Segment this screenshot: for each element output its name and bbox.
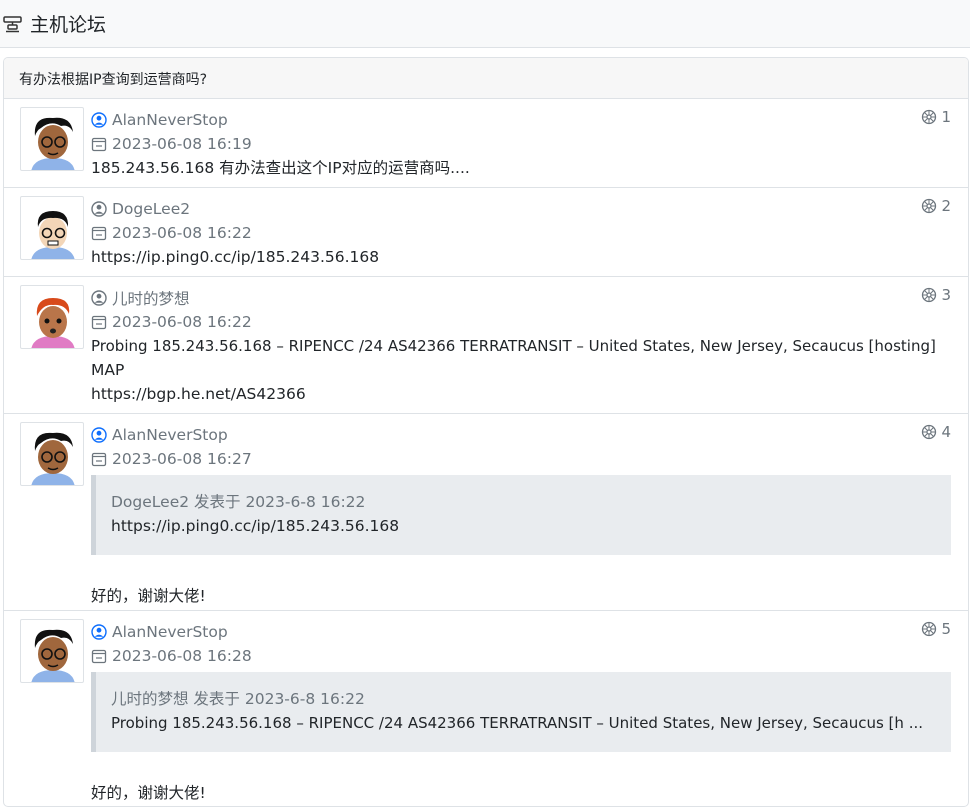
floor-number: 3 — [921, 286, 951, 304]
floor-icon — [922, 424, 937, 440]
user-circle-blue-icon — [91, 112, 107, 128]
user-circle-blue-icon — [91, 624, 107, 640]
floor-number: 1 — [921, 108, 951, 126]
post-2: 2 DogeLee2 2023-06-08 16:22 https://ip.p… — [4, 188, 968, 277]
floor-icon — [922, 109, 937, 125]
calendar-icon — [91, 452, 107, 467]
quote-header: DogeLee2 发表于 2023-6-8 16:22 — [111, 493, 366, 511]
post-1: 1 AlanNeverStop 2023-06-08 16:19 185.243… — [4, 99, 968, 188]
post-time: 2023-06-08 16:27 — [112, 450, 252, 468]
quote-body[interactable]: https://ip.ping0.cc/ip/185.243.56.168 — [111, 514, 936, 538]
post-content: MAP — [91, 361, 125, 379]
avatar[interactable] — [20, 619, 84, 683]
post-5: 5 AlanNeverStop 2023-06-08 16:28 儿时的梦想 发… — [4, 611, 968, 806]
user-circle-blue-icon — [91, 427, 107, 443]
post-content: 185.243.56.168 有办法查出这个IP对应的运营商吗.... — [91, 159, 470, 177]
top-bar: 主机论坛 — [0, 0, 970, 48]
user-circle-gray-icon — [91, 201, 107, 217]
floor-icon — [922, 198, 937, 214]
post-time: 2023-06-08 16:22 — [112, 313, 252, 331]
calendar-icon — [91, 226, 107, 241]
calendar-icon — [91, 315, 107, 330]
calendar-icon — [91, 137, 107, 152]
post-content[interactable]: https://ip.ping0.cc/ip/185.243.56.168 — [91, 245, 951, 269]
floor-icon — [922, 287, 937, 303]
author-name[interactable]: AlanNeverStop — [112, 623, 228, 641]
author-name[interactable]: 儿时的梦想 — [112, 287, 190, 309]
avatar[interactable] — [20, 422, 84, 486]
avatar[interactable] — [20, 285, 84, 349]
post-time: 2023-06-08 16:28 — [112, 647, 252, 665]
floor-number: 5 — [921, 620, 951, 638]
quote-block: 儿时的梦想 发表于 2023-6-8 16:22 Probing 185.243… — [91, 672, 951, 752]
author-name[interactable]: AlanNeverStop — [112, 111, 228, 129]
floor-icon — [922, 621, 937, 637]
post-time: 2023-06-08 16:19 — [112, 135, 252, 153]
avatar[interactable] — [20, 196, 84, 260]
author-name[interactable]: AlanNeverStop — [112, 426, 228, 444]
post-time: 2023-06-08 16:22 — [112, 224, 252, 242]
post-3: 3 儿时的梦想 2023-06-08 16:22 Probing 185.243… — [4, 277, 968, 414]
quote-header: 儿时的梦想 发表于 2023-6-8 16:22 — [111, 690, 365, 708]
thread-title: 有办法根据IP查询到运营商吗? — [4, 58, 968, 99]
user-circle-gray-icon — [91, 290, 107, 306]
post-content[interactable]: https://bgp.he.net/AS42366 — [91, 382, 951, 406]
quote-body: Probing 185.243.56.168 – RIPENCC /24 AS4… — [111, 714, 923, 732]
reply-text: 好的，谢谢大佬! — [91, 784, 206, 802]
floor-number: 2 — [921, 197, 951, 215]
calendar-icon — [91, 649, 107, 664]
reply-text: 好的，谢谢大佬! — [91, 587, 206, 605]
post-4: 4 AlanNeverStop 2023-06-08 16:27 DogeLee… — [4, 414, 968, 611]
post-content: Probing 185.243.56.168 – RIPENCC /24 AS4… — [91, 337, 936, 355]
site-title[interactable]: 主机论坛 — [30, 10, 106, 37]
author-name[interactable]: DogeLee2 — [112, 200, 190, 218]
avatar[interactable] — [20, 107, 84, 171]
thread-card: 有办法根据IP查询到运营商吗? 1 AlanNeverStop 2023-06-… — [3, 57, 969, 807]
quote-block: DogeLee2 发表于 2023-6-8 16:22 https://ip.p… — [91, 475, 951, 555]
floor-number: 4 — [921, 423, 951, 441]
forum-logo-icon[interactable] — [2, 13, 24, 35]
